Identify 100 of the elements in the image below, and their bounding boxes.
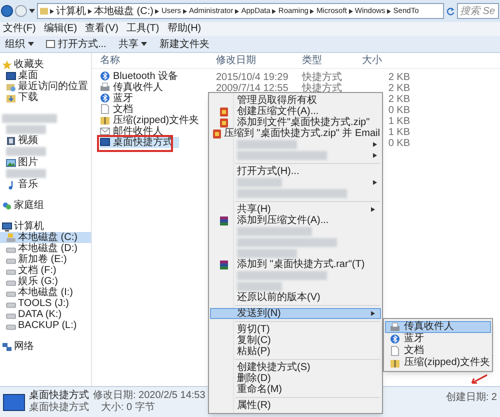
nav-item[interactable]: BACKUP (L:) <box>0 320 91 331</box>
nav-item[interactable]: 最近访问的位置 <box>0 81 91 92</box>
menu-item[interactable]: 添加到 "桌面快捷方式.rar"(T) <box>210 259 381 270</box>
star-icon <box>2 60 12 70</box>
menu-item[interactable]: 添加到压缩文件(A)... <box>210 215 381 226</box>
submenu-arrow-icon <box>373 180 377 185</box>
nav-item[interactable]: 本地磁盘 (C:) <box>0 232 91 243</box>
nav-item[interactable]: 文档 (F:) <box>0 265 91 276</box>
breadcrumb-segment[interactable]: 本地磁盘 (C:) <box>94 4 154 18</box>
folder-clock-icon <box>6 82 16 92</box>
menu-item[interactable]: 创建压缩文件(A)... <box>210 106 381 117</box>
menu-item[interactable]: 粘贴(P) <box>210 346 381 357</box>
chevron-right-icon <box>88 8 92 14</box>
menu-item[interactable]: 蓝牙 <box>385 333 491 345</box>
menu-item[interactable]: 删除(D) <box>210 373 381 384</box>
column-header[interactable]: 名称 <box>100 53 216 68</box>
menu-item[interactable]: 剪切(T) <box>210 324 381 335</box>
nav-item[interactable]: 新加卷 (E:) <box>0 254 91 265</box>
submenu-arrow-icon <box>371 311 375 316</box>
toolbar-button[interactable]: 新建文件夹 <box>159 36 210 52</box>
menu-item[interactable]: 压缩到 "桌面快捷方式.zip" 并 Email <box>210 128 381 139</box>
fax-icon <box>100 82 110 92</box>
submenu-arrow-icon <box>373 142 377 147</box>
bluetooth-icon <box>100 93 110 104</box>
archive-books-icon <box>219 216 229 226</box>
search-field[interactable]: 搜索 Se <box>457 3 499 19</box>
pointer-arrow-icon <box>470 374 488 384</box>
menu-item[interactable]: 创建快捷方式(S) <box>210 362 381 373</box>
column-header[interactable]: 修改日期 <box>216 53 302 68</box>
menu-item[interactable]: 管理员取得所有权 <box>210 95 381 106</box>
nav-item[interactable]: 家庭组 <box>0 200 91 211</box>
file-item[interactable]: 蓝牙 <box>100 92 139 104</box>
nav-item[interactable]: 娱乐 (G:) <box>0 276 91 287</box>
column-header[interactable]: 类型 <box>302 53 362 68</box>
menu-bar-item[interactable]: 编辑(E) <box>44 23 78 35</box>
nav-item[interactable]: 下载 <box>0 92 91 103</box>
file-item[interactable]: 文档 <box>100 104 139 115</box>
zip-folder-icon <box>390 358 400 368</box>
blurred-label <box>6 147 46 156</box>
fax-icon <box>390 322 400 332</box>
window-icon <box>46 40 55 48</box>
breadcrumb-segment[interactable]: 计算机 <box>56 4 86 18</box>
nav-item[interactable]: 本地磁盘 (D:) <box>0 243 91 254</box>
submenu-arrow-icon <box>371 207 375 212</box>
table-cell: 2 KB <box>388 83 410 94</box>
blurred-label <box>237 249 297 258</box>
chevron-right-icon <box>348 8 353 14</box>
table-cell: 2 KB <box>388 72 410 83</box>
table-cell-text: 快捷方式 <box>302 72 343 83</box>
menu-bar-item[interactable]: 查看(V) <box>85 23 118 35</box>
archive-icon <box>212 128 222 138</box>
chevron-right-icon <box>50 8 54 14</box>
menu-bar-item[interactable]: 工具(T) <box>126 23 160 35</box>
file-item[interactable]: Bluetooth 设备 <box>100 70 184 82</box>
menu-item[interactable]: 发送到(N) <box>210 308 381 319</box>
menu-item[interactable]: 复制(C) <box>210 335 381 346</box>
nav-item[interactable]: 桌面 <box>0 70 91 81</box>
submenu-arrow-icon <box>373 153 377 158</box>
menu-bar-item[interactable]: 帮助(H) <box>167 23 202 35</box>
blurred-label <box>237 178 282 187</box>
refresh-icon[interactable] <box>446 6 455 16</box>
toolbar-button[interactable]: 共享 <box>118 36 148 52</box>
column-header[interactable]: 大小 <box>362 53 402 68</box>
nav-item[interactable]: 本地磁盘 (I:) <box>0 287 91 298</box>
system-drive-icon <box>6 232 16 242</box>
file-item[interactable]: 压缩(zipped)文件夹 <box>100 114 206 126</box>
menu-item[interactable]: 添加到文件"桌面快捷方式.zip" <box>210 117 381 128</box>
created-date: 创建日期: 2 <box>446 390 497 405</box>
nav-item[interactable]: 计算机 <box>0 221 91 232</box>
menu-item[interactable]: 文档 <box>385 345 491 357</box>
menu-item[interactable]: 压缩(zipped)文件夹 <box>385 357 491 369</box>
toolbar-button[interactable]: 打开方式... <box>46 36 106 52</box>
nav-item[interactable]: 收藏夹 <box>0 59 91 70</box>
table-cell: 2 KB <box>388 94 410 105</box>
menu-item[interactable]: 打开方式(H)... <box>210 166 381 177</box>
file-name: 桌面快捷方式 <box>29 390 89 402</box>
desktop-icon <box>100 137 110 148</box>
nav-item[interactable]: DATA (K:) <box>0 309 91 320</box>
menu-bar-item[interactable]: 文件(F) <box>3 23 36 35</box>
computer-icon <box>2 222 12 232</box>
nav-item[interactable]: 图片 <box>0 157 91 168</box>
file-size: 大小: 0 字节 <box>101 402 155 414</box>
film-icon <box>6 136 16 146</box>
menu-item[interactable]: 传真收件人 <box>385 321 491 333</box>
nav-item[interactable]: TOOLS (J:) <box>0 298 91 309</box>
file-item[interactable]: 邮件收件人 <box>100 126 169 137</box>
back-button[interactable] <box>1 5 13 17</box>
nav-item[interactable]: 音乐 <box>0 179 91 190</box>
menu-item[interactable]: 共享(H) <box>210 204 381 215</box>
toolbar-button[interactable]: 组织 <box>5 36 34 52</box>
nav-item[interactable]: 网络 <box>0 341 91 352</box>
menu-item[interactable]: 还原以前的版本(V) <box>210 292 381 303</box>
document-icon <box>100 104 110 114</box>
chevron-right-icon <box>183 8 188 14</box>
file-item[interactable]: 传真收件人 <box>100 82 169 93</box>
menu-item[interactable]: 属性(R) <box>210 400 381 411</box>
menu-item[interactable]: 重命名(M) <box>210 384 381 395</box>
blurred-label <box>6 125 46 134</box>
nav-item[interactable]: 视频 <box>0 135 91 146</box>
table-cell-text: 2009/7/14 12:55 <box>216 83 290 94</box>
